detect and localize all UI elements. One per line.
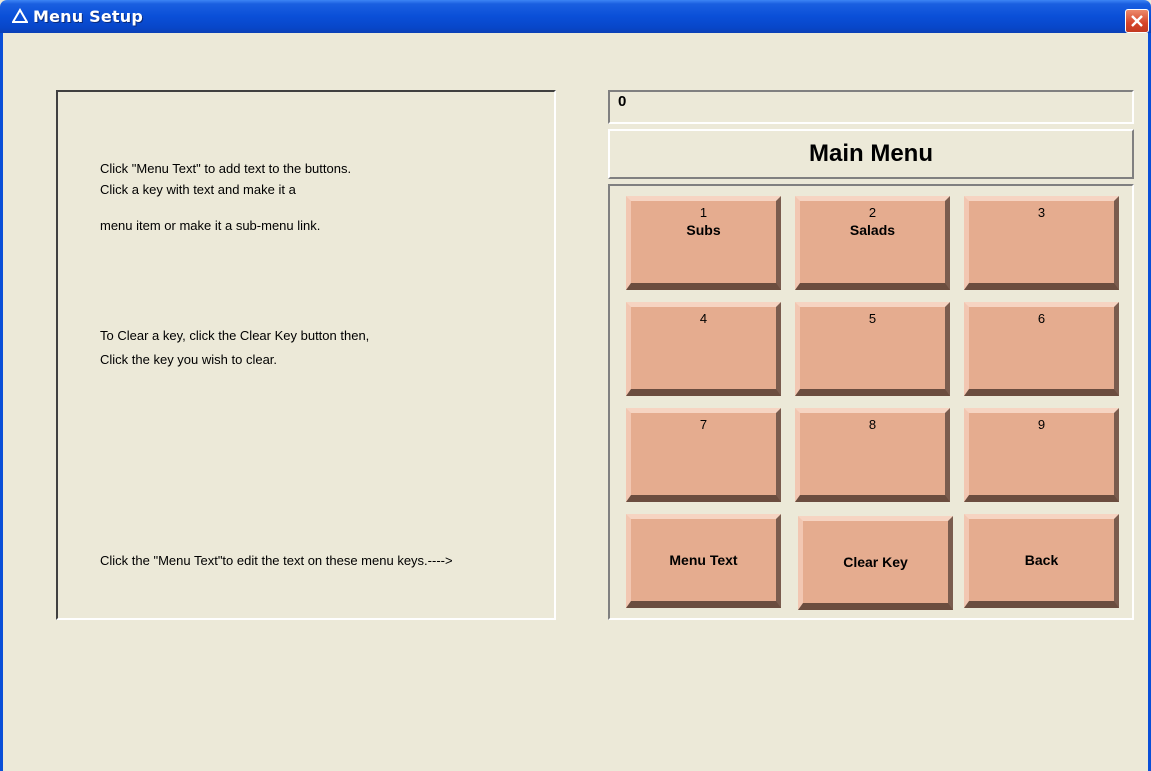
instruction-line-5: Click the key you wish to clear. — [100, 352, 278, 367]
menu-key-8[interactable]: 8 — [795, 408, 950, 502]
instruction-line-6: Click the "Menu Text"to edit the text on… — [100, 553, 453, 568]
key-number: 3 — [1037, 205, 1046, 220]
key-number: 4 — [699, 311, 708, 326]
menu-key-3[interactable]: 3 — [964, 196, 1119, 290]
key-number: 1 — [699, 205, 708, 220]
menu-text-button[interactable]: Menu Text — [626, 514, 781, 608]
key-number: 6 — [1037, 311, 1046, 326]
key-number: 8 — [868, 417, 877, 432]
instructions-panel: Click "Menu Text" to add text to the but… — [56, 90, 556, 620]
close-button[interactable] — [1125, 9, 1149, 33]
menu-text-label: Menu Text — [669, 552, 738, 568]
clear-key-button[interactable]: Clear Key — [798, 516, 953, 610]
menu-key-6[interactable]: 6 — [964, 302, 1119, 396]
key-number: 7 — [699, 417, 708, 432]
key-label: Salads — [849, 222, 896, 238]
key-label: Subs — [686, 222, 721, 238]
back-button[interactable]: Back — [964, 514, 1119, 608]
clear-key-label: Clear Key — [843, 554, 908, 570]
key-grid: 1 Subs 2 Salads 3 4 5 6 7 8 9 Menu Text … — [608, 184, 1134, 620]
key-number: 2 — [868, 205, 877, 220]
window-border-left — [0, 33, 3, 771]
title-bar[interactable]: Menu Setup — [0, 0, 1151, 33]
instruction-line-2: Click a key with text and make it a — [100, 182, 296, 197]
back-label: Back — [1024, 552, 1059, 568]
menu-key-7[interactable]: 7 — [626, 408, 781, 502]
key-number: 9 — [1037, 417, 1046, 432]
menu-title: Main Menu — [608, 129, 1134, 179]
close-icon — [1131, 15, 1143, 27]
menu-key-4[interactable]: 4 — [626, 302, 781, 396]
menu-key-5[interactable]: 5 — [795, 302, 950, 396]
instruction-line-4: To Clear a key, click the Clear Key butt… — [100, 328, 370, 343]
key-number: 5 — [868, 311, 877, 326]
menu-key-1[interactable]: 1 Subs — [626, 196, 781, 290]
menu-key-2[interactable]: 2 Salads — [795, 196, 950, 290]
instruction-line-3: menu item or make it a sub-menu link. — [100, 218, 321, 233]
app-triangle-icon — [12, 8, 28, 23]
menu-key-9[interactable]: 9 — [964, 408, 1119, 502]
instruction-line-1: Click "Menu Text" to add text to the but… — [100, 161, 352, 176]
number-display: 0 — [608, 90, 1134, 124]
window-title: Menu Setup — [33, 7, 143, 26]
